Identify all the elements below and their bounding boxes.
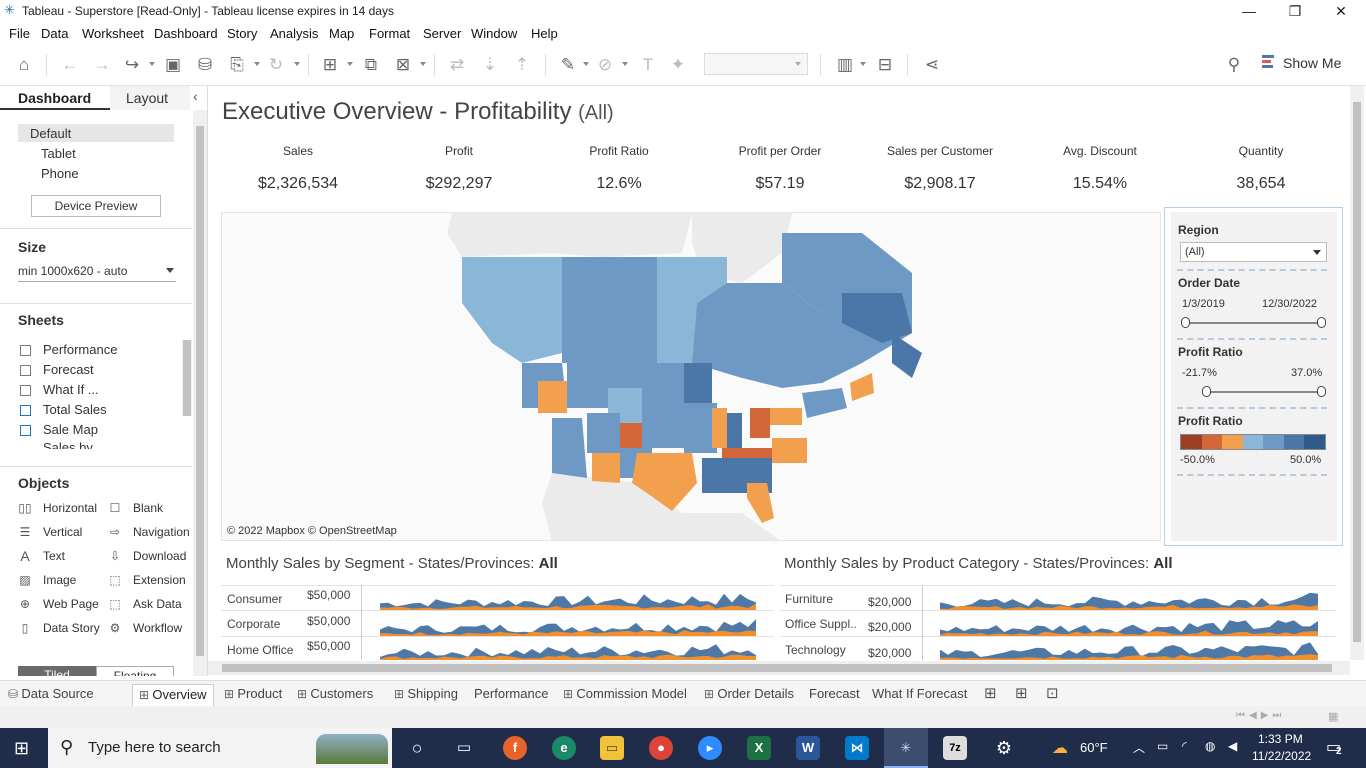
weather-temp[interactable]: 60°F (1080, 740, 1108, 755)
task-view-icon[interactable]: ▭ (452, 736, 476, 760)
edge-icon[interactable]: e (552, 736, 576, 760)
show-hidden-icons-icon[interactable]: ︿ (1133, 739, 1145, 756)
dashboard-tab-icon: ⊞ (394, 687, 408, 701)
firefox-icon[interactable]: f (503, 736, 527, 760)
windows-taskbar: ⊞ ⚲ Type here to search ○ ▭ f e ▭ ● ▸ X … (0, 728, 1366, 768)
tableau-icon[interactable]: ✳ (894, 736, 918, 760)
tab-product[interactable]: ⊞ Product (224, 684, 282, 706)
new-dashboard-tab-icon[interactable]: ⊞ (1015, 684, 1028, 706)
tab-what-if-forecast[interactable]: What If Forecast (872, 684, 967, 706)
tab-navigation-icons[interactable]: ⏮◀▶⏭ (1236, 710, 1285, 721)
grid-view-icon[interactable]: ▦ (1328, 710, 1338, 723)
settings-icon[interactable]: ⚙ (992, 736, 1016, 760)
file-explorer-icon[interactable]: ▭ (600, 736, 624, 760)
tab-data-source[interactable]: ⛁ Data Source (8, 684, 94, 706)
excel-icon[interactable]: X (747, 736, 771, 760)
tab-order-details[interactable]: ⊞ Order Details (704, 684, 794, 706)
weather-icon[interactable]: ☁ (1052, 738, 1068, 758)
area-sparklines[interactable] (0, 0, 1366, 768)
vscode-icon[interactable]: ⋈ (845, 736, 869, 760)
network-icon[interactable]: ◍ (1205, 739, 1215, 753)
dashboard-tab-icon: ⊞ (297, 687, 311, 701)
word-icon[interactable]: W (796, 736, 820, 760)
tab-label: Order Details (717, 686, 794, 701)
dashboard-h-scrollbar[interactable] (208, 661, 1350, 675)
tab-label: Product (237, 686, 283, 701)
dashboard-tab-icon: ⊞ (139, 688, 153, 702)
new-story-tab-icon[interactable]: ⊡ (1046, 684, 1059, 706)
search-icon: ⚲ (60, 737, 74, 757)
new-worksheet-tab-icon[interactable]: ⊞ (984, 684, 997, 706)
notifications-count: 2 (1336, 746, 1342, 757)
dashboard-tab-icon: ⊞ (704, 687, 718, 701)
tab-label: Shipping (407, 686, 458, 701)
tab-forecast[interactable]: Forecast (809, 684, 860, 706)
wifi-icon[interactable]: ◜ (1182, 739, 1187, 753)
clock-date[interactable]: 11/22/2022 (1252, 749, 1311, 763)
chrome-icon[interactable]: ● (649, 736, 673, 760)
tab-label: Commission Model (576, 686, 687, 701)
status-bar: ⏮◀▶⏭ ▦ (0, 706, 1366, 728)
cortana-icon[interactable]: ○ (405, 736, 429, 760)
clock-time[interactable]: 1:33 PM (1258, 732, 1303, 746)
tab-label: Customers (310, 686, 374, 701)
7zip-icon[interactable]: 7z (943, 736, 967, 760)
windows-start-icon[interactable]: ⊞ (14, 738, 29, 759)
tab-overview[interactable]: ⊞ Overview (132, 684, 214, 706)
volume-icon[interactable]: ◀ (1228, 739, 1237, 753)
tab-commission-model[interactable]: ⊞ Commission Model (563, 684, 687, 706)
database-icon: ⛁ (8, 687, 22, 701)
tab-label: Overview (152, 687, 207, 702)
taskbar-search[interactable]: ⚲ Type here to search (48, 728, 392, 768)
zoom-icon[interactable]: ▸ (698, 736, 722, 760)
tab-customers[interactable]: ⊞ Customers (297, 684, 373, 706)
sheet-tabs-bar: ⛁ Data Source ⊞ Overview ⊞ Product ⊞ Cus… (0, 680, 1366, 706)
scroll-thumb[interactable] (222, 664, 1332, 672)
tab-shipping[interactable]: ⊞ Shipping (394, 684, 458, 706)
search-placeholder: Type here to search (88, 739, 221, 756)
dashboard-tab-icon: ⊞ (563, 687, 577, 701)
dashboard-tab-icon: ⊞ (224, 687, 238, 701)
search-highlight-image (316, 734, 388, 764)
tab-performance[interactable]: Performance (474, 684, 548, 706)
tab-label: Data Source (21, 686, 94, 701)
battery-icon[interactable]: ▭ (1157, 739, 1168, 753)
